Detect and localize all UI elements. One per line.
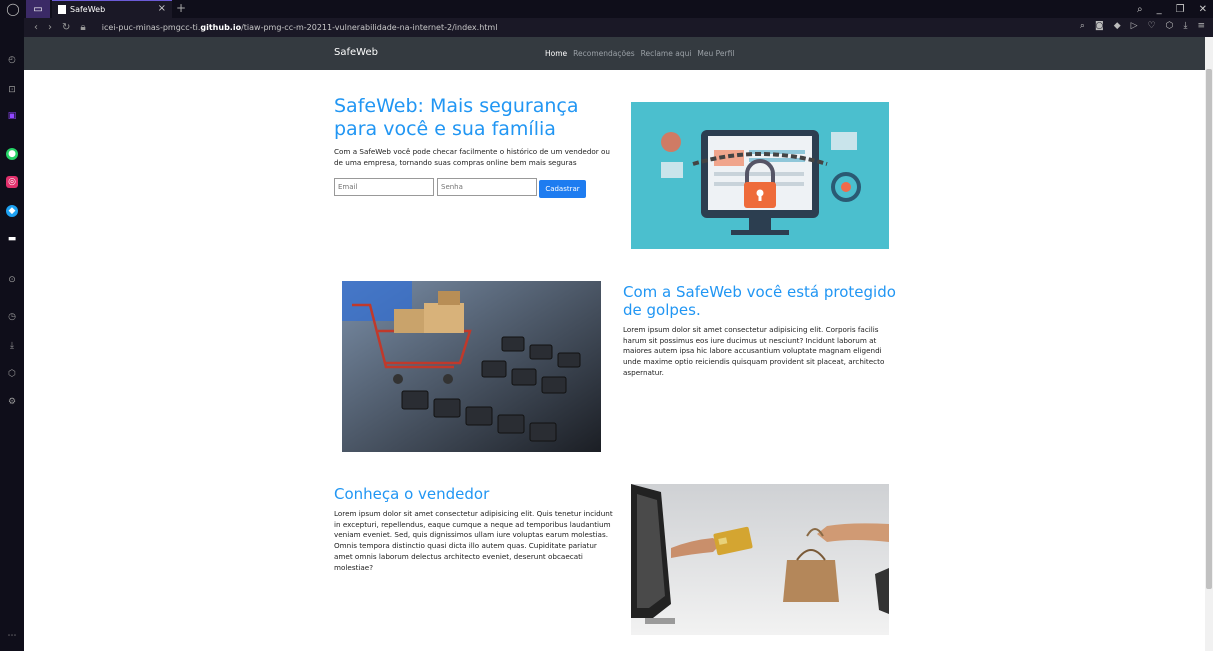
instagram-icon[interactable]: ◎ xyxy=(6,176,18,188)
web-page: SafeWeb Home Recomendações Reclame aqui … xyxy=(24,37,1205,651)
nav-link-meu-perfil[interactable]: Meu Perfil xyxy=(697,49,734,58)
close-tab-icon[interactable]: × xyxy=(158,3,166,14)
reload-icon[interactable]: ↻ xyxy=(62,22,70,33)
cube-icon[interactable]: ⬡ xyxy=(6,368,18,380)
window-controls: ⌕ _ ❐ ✕ xyxy=(1137,0,1207,18)
lock-icon[interactable]: 🔒︎ xyxy=(80,22,85,33)
workspace-icon[interactable]: ▭ xyxy=(26,0,50,18)
twitch-icon[interactable]: ▣ xyxy=(6,110,18,122)
new-tab-icon[interactable]: + xyxy=(176,1,186,15)
security-illustration xyxy=(631,102,889,249)
forward-icon[interactable]: › xyxy=(48,22,52,33)
seller-text: Lorem ipsum dolor sit amet consectetur a… xyxy=(334,509,613,572)
search-icon[interactable]: ⌕ xyxy=(1080,21,1085,31)
messenger-icon[interactable]: ▬ xyxy=(6,233,18,245)
close-window-icon[interactable]: ✕ xyxy=(1199,4,1207,15)
toolbar-icons: ⌕ ◙ ◆ ▷ ♡ ⬡ ⤓ ≡ xyxy=(1080,21,1205,31)
browser-sidebar: ◴ ⊡ ▣ ● ◎ ◆ ▬ ⊙ ◷ ⤓ ⬡ ⚙ ⋯ xyxy=(0,18,24,651)
page-favicon-icon xyxy=(58,5,66,14)
nav-link-reclame-aqui[interactable]: Reclame aqui xyxy=(641,49,692,58)
opera-menu-icon[interactable]: ◯ xyxy=(0,0,26,18)
password-input[interactable] xyxy=(437,178,537,196)
seller-title: Conheça o vendedor xyxy=(334,485,490,503)
online-purchase-image xyxy=(631,484,889,635)
url-path: /tiaw-pmg-cc-m-20211-vulnerabilidade-na-… xyxy=(241,23,498,32)
protection-title: Com a SafeWeb você está protegido de gol… xyxy=(623,283,896,319)
whatsapp-icon[interactable]: ● xyxy=(6,148,18,160)
heart-icon[interactable]: ♡ xyxy=(1148,21,1156,31)
restore-icon[interactable]: ❐ xyxy=(1176,4,1185,15)
page-scrollbar[interactable] xyxy=(1205,37,1213,651)
player-icon[interactable]: ⊙ xyxy=(6,274,18,286)
navbar-brand[interactable]: SafeWeb xyxy=(334,47,378,58)
site-navbar: SafeWeb Home Recomendações Reclame aqui … xyxy=(24,37,1205,70)
nav-link-recomendacoes[interactable]: Recomendações xyxy=(573,49,634,58)
url-field[interactable]: icei-puc-minas-pmgcc-ti.github.io/tiaw-p… xyxy=(102,23,498,32)
extensions-icon[interactable]: ⬡ xyxy=(1166,21,1174,31)
downloads-icon[interactable]: ⤓ xyxy=(6,340,18,352)
hero-title: SafeWeb: Mais segurança para você e sua … xyxy=(334,95,579,140)
send-icon[interactable]: ▷ xyxy=(1131,21,1138,31)
speed-dial-icon[interactable]: ◴ xyxy=(6,54,18,66)
snapshot-icon[interactable]: ◙ xyxy=(1095,21,1104,31)
history-icon[interactable]: ◷ xyxy=(6,311,18,323)
scrollbar-thumb[interactable] xyxy=(1206,69,1212,589)
nav-links: Home Recomendações Reclame aqui Meu Perf… xyxy=(545,49,734,58)
back-icon[interactable]: ‹ xyxy=(34,22,38,33)
protection-text: Lorem ipsum dolor sit amet consectetur a… xyxy=(623,325,885,377)
cadastrar-button[interactable]: Cadastrar xyxy=(539,180,586,198)
vpn-icon[interactable]: ◆ xyxy=(1114,21,1121,31)
browser-tab-bar: ◯ ▭ SafeWeb × + ⌕ _ ❐ ✕ xyxy=(0,0,1213,18)
bag-icon[interactable]: ⊡ xyxy=(6,84,18,96)
minimize-icon[interactable]: _ xyxy=(1157,4,1162,15)
hero-text: Com a SafeWeb você pode checar facilment… xyxy=(334,147,610,167)
twitter-icon[interactable]: ◆ xyxy=(6,205,18,217)
search-tabs-icon[interactable]: ⌕ xyxy=(1137,4,1143,15)
settings-icon[interactable]: ⚙ xyxy=(6,396,18,408)
more-icon[interactable]: ⋯ xyxy=(6,630,18,642)
url-domain: github.io xyxy=(200,23,242,32)
browser-tab[interactable]: SafeWeb × xyxy=(52,0,172,18)
download-icon[interactable]: ⤓ xyxy=(1183,21,1187,31)
tab-title: SafeWeb xyxy=(70,5,106,14)
email-input[interactable] xyxy=(334,178,434,196)
shopping-cart-keyboard-image xyxy=(342,281,601,452)
url-prefix: icei-puc-minas-pmgcc-ti. xyxy=(101,23,201,32)
nav-link-home[interactable]: Home xyxy=(545,49,567,58)
menu-icon[interactable]: ≡ xyxy=(1197,21,1205,31)
address-bar: ‹ › ↻ 🔒︎ icei-puc-minas-pmgcc-ti.github.… xyxy=(24,18,1213,37)
